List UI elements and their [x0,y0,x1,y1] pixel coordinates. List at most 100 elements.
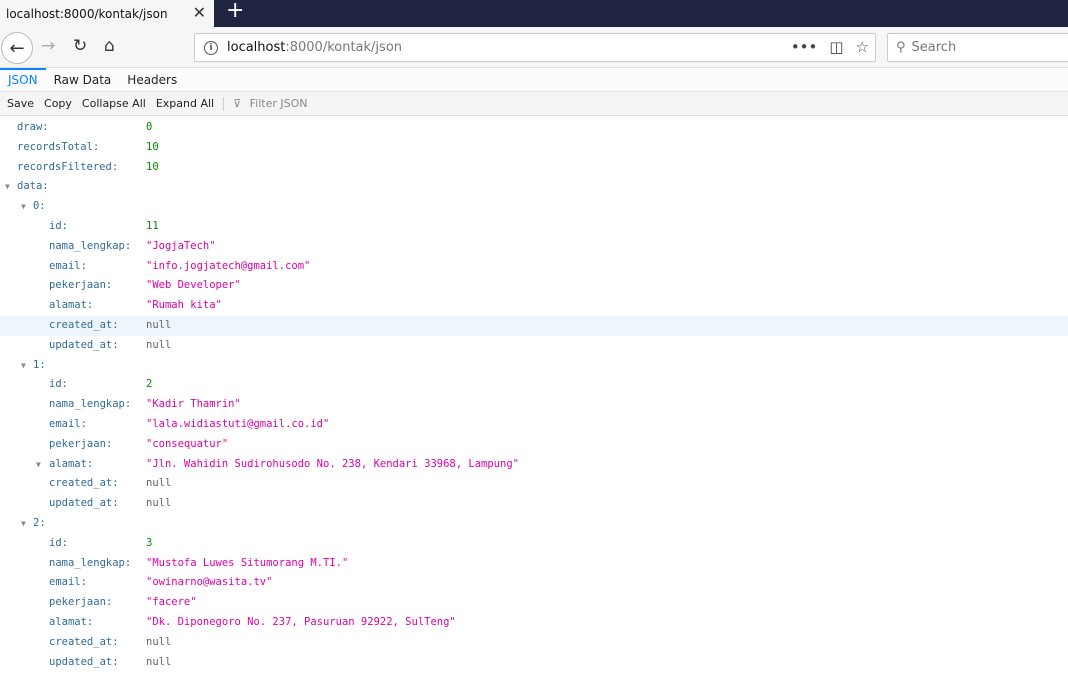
json-row[interactable]: email: "info.jogjatech@gmail.com" [0,257,1068,277]
json-key: email: [49,259,87,272]
json-row[interactable]: ▼ alamat: "Jln. Wahidin Sudirohusodo No. 2… [0,455,1068,475]
expand-toggle-icon[interactable]: ▼ [21,514,26,534]
tab-raw-data[interactable]: Raw Data [46,68,120,91]
json-key: updated_at: [49,655,119,668]
json-key: id: [49,378,68,391]
json-key: 1: [33,358,46,371]
json-tree: draw: 0 recordsTotal: 10 recordsFiltered: 10 ▼… [0,116,1068,672]
json-row[interactable]: draw: 0 [0,118,1068,138]
json-key: alamat: [49,299,94,312]
json-row[interactable]: updated_at: null [0,494,1068,514]
json-key: email: [49,576,87,589]
json-key: created_at: [49,477,119,490]
json-row[interactable]: created_at: null [0,474,1068,494]
json-row[interactable]: ▼ data: [0,177,1068,197]
json-key: updated_at: [49,497,119,510]
viewer-tabs: JSON Raw Data Headers [0,68,1068,92]
json-key: recordsFiltered: [17,160,119,173]
json-row[interactable]: created_at: null [0,315,1068,336]
tab-json[interactable]: JSON [0,68,46,91]
json-row[interactable]: pekerjaan: "facere" [0,593,1068,613]
search-icon: ⚲ [896,40,906,55]
json-key: alamat: [49,457,94,470]
new-tab-icon[interactable]: + [226,0,244,23]
json-key: recordsTotal: [17,140,100,153]
json-row[interactable]: updated_at: null [0,336,1068,356]
json-row[interactable]: nama_lengkap: "JogjaTech" [0,237,1068,257]
search-input[interactable]: ⚲ Search [887,33,1068,62]
info-icon[interactable]: i [204,40,218,55]
copy-button[interactable]: Copy [39,97,77,110]
filter-placeholder: Filter JSON [249,97,308,110]
json-row[interactable]: alamat: "Dk. Diponegoro No. 237, Pasuruan… [0,613,1068,633]
json-row[interactable]: recordsFiltered: 10 [0,158,1068,178]
expand-toggle-icon[interactable]: ▼ [21,356,26,376]
close-tab-icon[interactable]: ✕ [193,3,206,22]
json-value: "Dk. Diponegoro No. 237, Pasuruan 92922,… [146,615,456,628]
expand-toggle-icon[interactable]: ▼ [5,177,10,197]
json-row[interactable]: pekerjaan: "Web Developer" [0,276,1068,296]
json-value: "info.jogjatech@gmail.com" [146,259,311,272]
json-value: null [146,318,172,331]
star-icon[interactable]: ☆ [856,38,869,56]
json-key: pekerjaan: [49,596,113,609]
more-icon[interactable]: ••• [791,38,818,56]
save-button[interactable]: Save [2,97,39,110]
filter-json-input[interactable]: ⊽ Filter JSON [228,97,317,110]
json-row[interactable]: ▼ 2: [0,514,1068,534]
json-value: "Mustofa Luwes Situmorang M.TI." [146,556,349,569]
json-row[interactable]: alamat: "Rumah kita" [0,296,1068,316]
json-toolbar: Save Copy Collapse All Expand All ⊽ Filt… [0,92,1068,116]
json-key: created_at: [49,318,119,331]
json-row[interactable]: recordsTotal: 10 [0,138,1068,158]
json-key: id: [49,219,68,232]
json-row[interactable]: created_at: null [0,633,1068,653]
json-key: nama_lengkap: [49,398,132,411]
home-icon[interactable]: ⌂ [104,36,115,56]
url-bar[interactable]: i localhost:8000/kontak/json ••• ◫ ☆ [194,33,876,62]
json-key: pekerjaan: [49,437,113,450]
json-row[interactable]: ▼ 1: [0,356,1068,376]
json-row[interactable]: id: 11 [0,217,1068,237]
expand-all-button[interactable]: Expand All [151,97,219,110]
json-value: "consequatur" [146,437,229,450]
reload-icon[interactable]: ↻ [73,36,87,56]
json-value: null [146,477,172,490]
url-host: localhost [227,40,286,55]
json-key: nama_lengkap: [49,556,132,569]
json-row[interactable]: email: "owinarno@wasita.tv" [0,573,1068,593]
expand-toggle-icon[interactable]: ▼ [21,197,26,217]
json-row[interactable]: pekerjaan: "consequatur" [0,435,1068,455]
json-value: "Rumah kita" [146,299,222,312]
json-row[interactable]: nama_lengkap: "Mustofa Luwes Situmorang M… [0,554,1068,574]
json-key: created_at: [49,635,119,648]
search-placeholder: Search [911,40,957,55]
json-value: 2 [146,378,153,391]
json-key: nama_lengkap: [49,239,132,252]
json-value: "JogjaTech" [146,239,216,252]
expand-toggle-icon[interactable]: ▼ [36,455,41,475]
json-key: 0: [33,200,46,213]
json-value: "Web Developer" [146,279,241,292]
json-key: 2: [33,516,46,529]
forward-icon[interactable]: → [41,36,55,56]
json-row[interactable]: ▼ 0: [0,197,1068,217]
json-value: 0 [146,121,153,133]
back-icon[interactable]: ← [1,32,33,64]
json-value: "facere" [146,596,197,609]
json-value: 11 [146,219,159,232]
json-row[interactable]: id: 2 [0,375,1068,395]
json-value: 10 [146,140,159,153]
json-value: null [146,655,172,668]
json-row[interactable]: id: 3 [0,534,1068,554]
json-key: data: [17,180,49,193]
json-key: updated_at: [49,338,119,351]
pocket-icon[interactable]: ◫ [829,38,843,56]
json-row[interactable]: nama_lengkap: "Kadir Thamrin" [0,395,1068,415]
tab-title: localhost:8000/kontak/json [6,6,168,21]
collapse-all-button[interactable]: Collapse All [77,97,151,110]
json-row[interactable]: updated_at: null [0,653,1068,673]
tab-headers[interactable]: Headers [119,68,185,91]
json-row[interactable]: email: "lala.widiastuti@gmail.co.id" [0,415,1068,435]
browser-tab[interactable]: localhost:8000/kontak/json ✕ [0,0,214,27]
